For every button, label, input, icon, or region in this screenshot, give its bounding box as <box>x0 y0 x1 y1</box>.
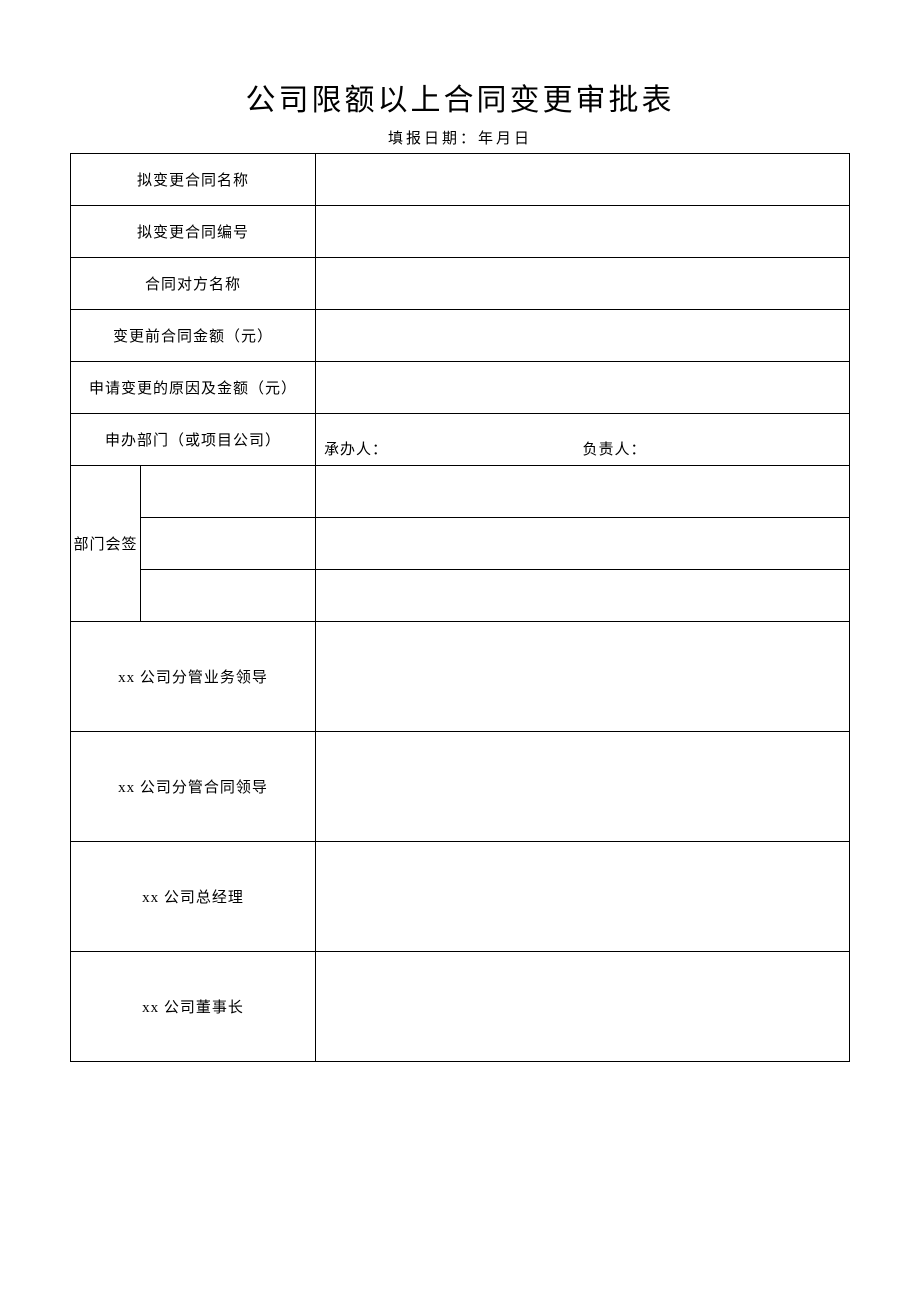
dept-sign-1-label <box>141 466 316 518</box>
biz-leader-label: xx 公司分管业务领导 <box>71 622 316 732</box>
contract-name-value[interactable] <box>316 154 850 206</box>
responsible-label: 负责人： <box>583 442 647 458</box>
applicant-dept-label: 申办部门（或项目公司） <box>71 414 316 466</box>
biz-leader-value[interactable] <box>316 622 850 732</box>
contract-no-label: 拟变更合同编号 <box>71 206 316 258</box>
contract-name-label: 拟变更合同名称 <box>71 154 316 206</box>
gm-value[interactable] <box>316 842 850 952</box>
handler-label: 承办人： <box>324 442 388 458</box>
change-reason-label: 申请变更的原因及金额（元） <box>71 362 316 414</box>
dept-sign-label: 部门会签 <box>71 466 141 622</box>
counterparty-label: 合同对方名称 <box>71 258 316 310</box>
chairman-value[interactable] <box>316 952 850 1062</box>
applicant-dept-value[interactable]: 承办人： 负责人： <box>316 414 850 466</box>
dept-sign-3-label <box>141 570 316 622</box>
dept-sign-2-value[interactable] <box>316 518 850 570</box>
contract-leader-label: xx 公司分管合同领导 <box>71 732 316 842</box>
page-title: 公司限额以上合同变更审批表 <box>70 75 850 119</box>
change-reason-value[interactable] <box>316 362 850 414</box>
dept-sign-3-value[interactable] <box>316 570 850 622</box>
dept-sign-2-label <box>141 518 316 570</box>
contract-leader-value[interactable] <box>316 732 850 842</box>
chairman-label: xx 公司董事长 <box>71 952 316 1062</box>
approval-table: 拟变更合同名称 拟变更合同编号 合同对方名称 变更前合同金额（元） 申请变更的原… <box>70 153 850 1062</box>
fill-date-label: 填报日期：年月日 <box>70 127 850 148</box>
counterparty-value[interactable] <box>316 258 850 310</box>
amount-before-label: 变更前合同金额（元） <box>71 310 316 362</box>
gm-label: xx 公司总经理 <box>71 842 316 952</box>
dept-sign-1-value[interactable] <box>316 466 850 518</box>
amount-before-value[interactable] <box>316 310 850 362</box>
contract-no-value[interactable] <box>316 206 850 258</box>
